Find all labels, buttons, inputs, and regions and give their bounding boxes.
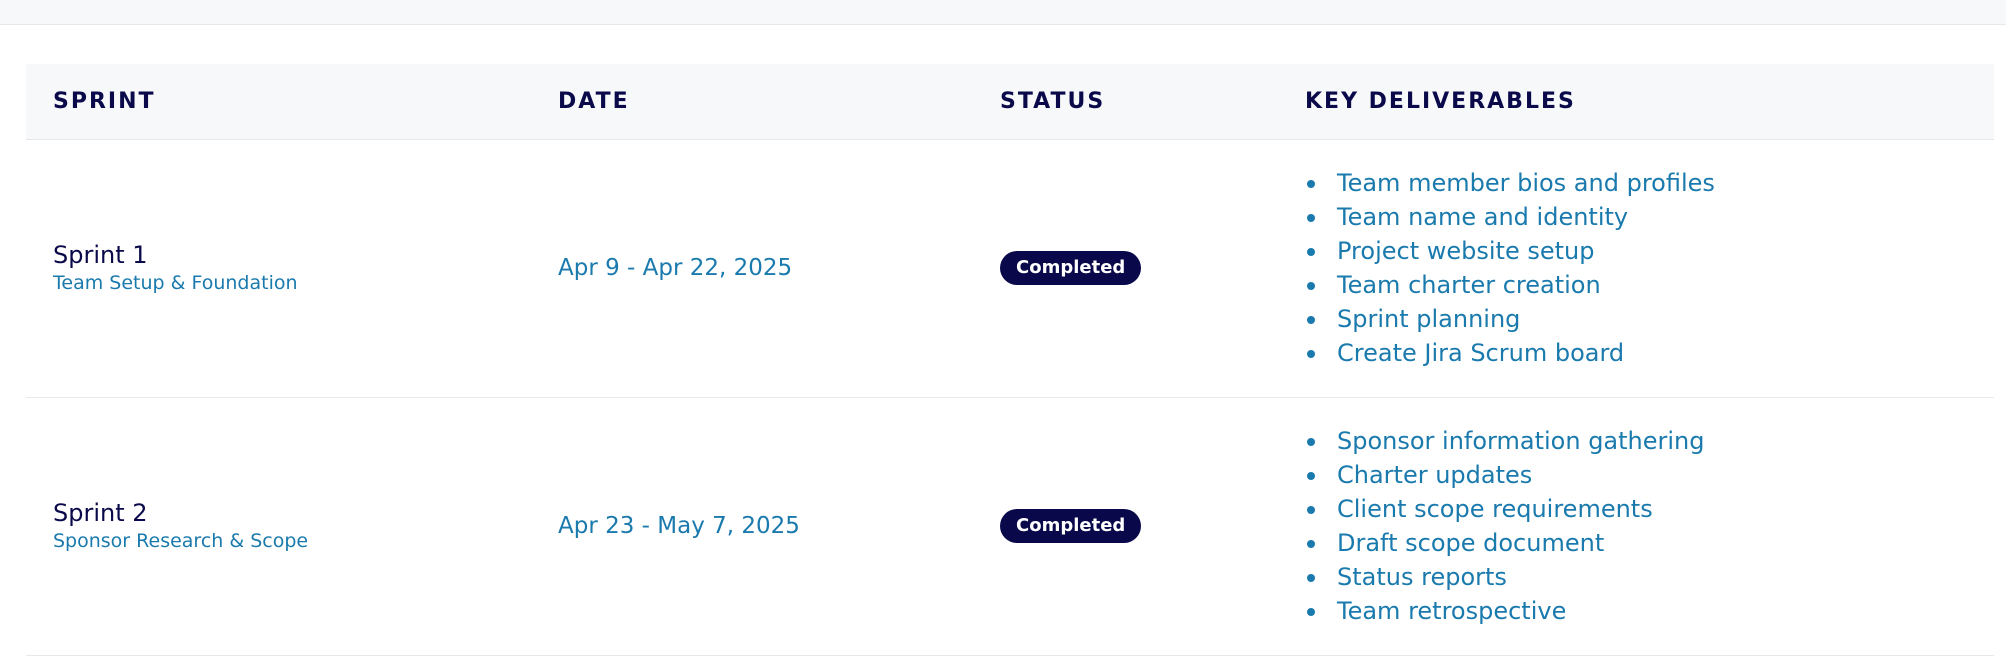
list-item: Draft scope document xyxy=(1307,526,1994,560)
sprint-date: Apr 9 - Apr 22, 2025 xyxy=(558,255,793,281)
column-header-deliverables[interactable]: KEY DELIVERABLES xyxy=(1278,64,1994,139)
date-cell: Apr 9 - Apr 22, 2025 xyxy=(531,139,973,397)
sprint-cell: Sprint 1 Team Setup & Foundation xyxy=(26,139,531,397)
list-item: Sprint planning xyxy=(1307,302,1994,336)
list-item: Client scope requirements xyxy=(1307,492,1994,526)
table-header: SPRINT DATE STATUS KEY DELIVERABLES xyxy=(26,64,1994,139)
column-header-status[interactable]: STATUS xyxy=(973,64,1278,139)
status-cell: Completed xyxy=(973,397,1278,655)
list-item: Charter updates xyxy=(1307,458,1994,492)
sprint-name: Sprint 1 xyxy=(53,241,148,269)
sprint-name: Sprint 2 xyxy=(53,499,148,527)
list-item: Team charter creation xyxy=(1307,268,1994,302)
list-item: Team member bios and profiles xyxy=(1307,166,1994,200)
column-header-date[interactable]: DATE xyxy=(531,64,973,139)
table-body: Sprint 1 Team Setup & Foundation Apr 9 -… xyxy=(26,139,1994,655)
sprint-table-container: SPRINT DATE STATUS KEY DELIVERABLES Spri… xyxy=(26,64,1994,656)
deliverables-list: Sponsor information gathering Charter up… xyxy=(1305,424,1994,628)
list-item: Team name and identity xyxy=(1307,200,1994,234)
sprint-cell: Sprint 2 Sponsor Research & Scope xyxy=(26,397,531,655)
list-item: Status reports xyxy=(1307,560,1994,594)
status-badge: Completed xyxy=(1000,251,1142,285)
deliverables-list: Team member bios and profiles Team name … xyxy=(1305,166,1994,370)
deliverables-cell: Sponsor information gathering Charter up… xyxy=(1278,397,1994,655)
table-header-row: SPRINT DATE STATUS KEY DELIVERABLES xyxy=(26,64,1994,139)
table-row[interactable]: Sprint 1 Team Setup & Foundation Apr 9 -… xyxy=(26,139,1994,397)
date-cell: Apr 23 - May 7, 2025 xyxy=(531,397,973,655)
top-bar-strip xyxy=(0,0,2006,25)
list-item: Team retrospective xyxy=(1307,594,1994,628)
sprint-table: SPRINT DATE STATUS KEY DELIVERABLES Spri… xyxy=(26,64,1994,656)
table-row[interactable]: Sprint 2 Sponsor Research & Scope Apr 23… xyxy=(26,397,1994,655)
list-item: Project website setup xyxy=(1307,234,1994,268)
column-header-sprint[interactable]: SPRINT xyxy=(26,64,531,139)
status-cell: Completed xyxy=(973,139,1278,397)
sprint-date: Apr 23 - May 7, 2025 xyxy=(558,513,800,539)
list-item: Create Jira Scrum board xyxy=(1307,336,1994,370)
sprint-subtitle: Team Setup & Foundation xyxy=(53,272,298,294)
sprint-subtitle: Sponsor Research & Scope xyxy=(53,530,309,552)
deliverables-cell: Team member bios and profiles Team name … xyxy=(1278,139,1994,397)
list-item: Sponsor information gathering xyxy=(1307,424,1994,458)
status-badge: Completed xyxy=(1000,509,1142,543)
